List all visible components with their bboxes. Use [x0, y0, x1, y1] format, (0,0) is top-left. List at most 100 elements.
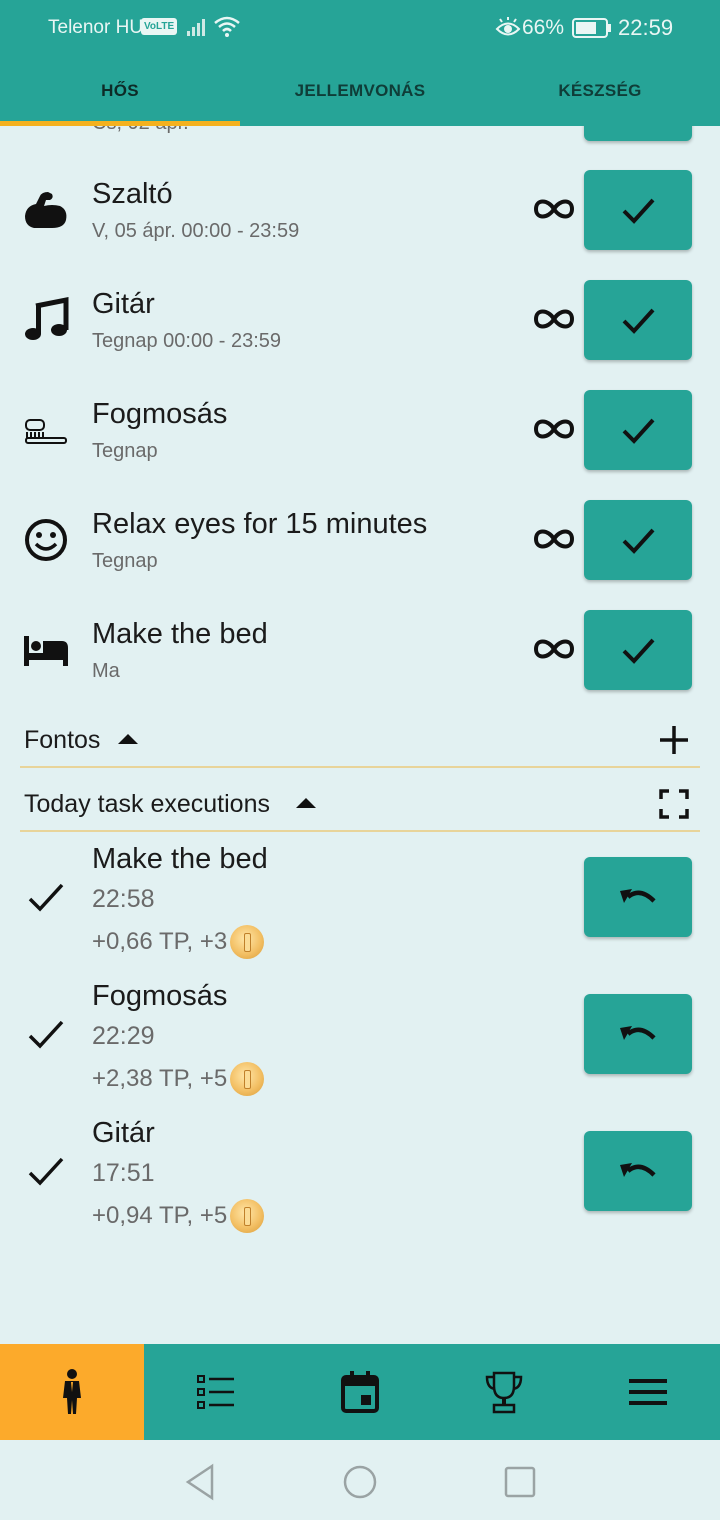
coin-icon	[230, 1199, 265, 1233]
add-icon[interactable]	[658, 724, 690, 756]
task-row[interactable]: Relax eyes for 15 minutes Tegnap	[0, 500, 720, 610]
carrier-name: Telenor HU	[48, 17, 144, 38]
task-row[interactable]: Gitár Tegnap 00:00 - 23:59	[0, 280, 720, 390]
complete-task-button[interactable]	[584, 500, 692, 580]
tab-bar: HŐS JELLEMVONÁS KÉSZSÉG	[0, 56, 720, 126]
task-subtitle: V, 05 ápr. 00:00 - 23:59	[92, 220, 300, 242]
back-icon[interactable]	[180, 1462, 220, 1502]
infinity-icon	[533, 199, 575, 219]
home-icon[interactable]	[340, 1462, 380, 1502]
task-row[interactable]: Make the bed Ma	[0, 610, 720, 720]
section-executions-label: Today task executions	[24, 790, 270, 818]
system-navigation-bar	[0, 1440, 720, 1520]
execution-reward-text: +2,38 TP, +5	[92, 1065, 228, 1092]
checkmark-icon	[622, 528, 655, 554]
task-list-icon	[197, 1375, 234, 1409]
eye-comfort-icon	[495, 17, 521, 36]
nav-hero[interactable]	[0, 1344, 144, 1440]
trophy-icon	[485, 1371, 523, 1414]
execution-reward-text: +0,66 TP, +3	[92, 928, 228, 955]
execution-row: Gitár 17:51 +0,94 TP, +5	[0, 1117, 720, 1254]
tab-hero[interactable]: HŐS	[0, 56, 240, 126]
execution-reward: +2,38 TP, +5	[92, 1062, 265, 1096]
execution-time: 22:58	[92, 885, 155, 913]
execution-row: Make the bed 22:58 +0,66 TP, +3	[0, 843, 720, 980]
done-check-icon	[28, 1020, 64, 1049]
task-title: Make the bed	[92, 618, 268, 650]
execution-time: 17:51	[92, 1159, 155, 1187]
checkmark-icon	[622, 308, 655, 334]
task-list-content[interactable]: Cs, 02 ápr. Szaltó V, 05 ápr. 00:00 - 23…	[0, 126, 720, 1344]
partial-task-subtitle: Cs, 02 ápr.	[92, 126, 189, 135]
battery-percent: 66%	[522, 16, 565, 39]
recents-icon[interactable]	[500, 1462, 540, 1502]
undo-icon	[620, 889, 656, 903]
section-important-label: Fontos	[24, 726, 101, 754]
complete-task-button[interactable]	[584, 280, 692, 360]
task-subtitle: Ma	[92, 660, 120, 682]
infinity-icon	[533, 529, 575, 549]
infinity-icon	[533, 419, 575, 439]
execution-reward-text: +0,94 TP, +5	[92, 1202, 228, 1229]
undo-icon	[620, 1026, 656, 1040]
task-row[interactable]: Szaltó V, 05 ápr. 00:00 - 23:59	[0, 170, 720, 280]
partial-complete-button[interactable]	[584, 126, 692, 141]
fullscreen-icon[interactable]	[658, 788, 690, 820]
status-clock: 22:59	[618, 15, 674, 40]
tab-traits[interactable]: JELLEMVONÁS	[240, 56, 480, 126]
wifi-icon	[214, 16, 240, 37]
bottom-navigation	[0, 1344, 720, 1440]
undo-execution-button[interactable]	[584, 857, 692, 937]
nav-achievements[interactable]	[432, 1344, 576, 1440]
undo-icon	[620, 1163, 656, 1177]
checkmark-icon	[622, 638, 655, 664]
execution-time: 22:29	[92, 1022, 155, 1050]
coin-icon	[230, 925, 265, 959]
checkmark-icon	[622, 198, 655, 224]
undo-execution-button[interactable]	[584, 1131, 692, 1211]
coin-icon	[230, 1062, 265, 1096]
execution-reward: +0,94 TP, +5	[92, 1199, 265, 1233]
tab-skills[interactable]: KÉSZSÉG	[480, 56, 720, 126]
done-check-icon	[28, 883, 64, 912]
complete-task-button[interactable]	[584, 170, 692, 250]
task-title: Gitár	[92, 288, 155, 320]
flexed-arm-icon	[22, 186, 70, 234]
complete-task-button[interactable]	[584, 610, 692, 690]
task-title: Fogmosás	[92, 398, 228, 430]
checkmark-icon	[622, 418, 655, 444]
toothbrush-icon	[22, 406, 70, 454]
signal-icon	[187, 19, 205, 36]
task-row[interactable]: Fogmosás Tegnap	[0, 390, 720, 500]
status-bar: Telenor HU VoLTE 66% 22:59	[0, 0, 720, 56]
smiley-icon	[22, 516, 70, 564]
calendar-icon	[341, 1371, 379, 1413]
infinity-icon	[533, 309, 575, 329]
volte-badge: VoLTE	[141, 18, 178, 35]
task-subtitle: Tegnap 00:00 - 23:59	[92, 330, 282, 352]
bed-icon	[22, 626, 70, 674]
nav-menu[interactable]	[576, 1344, 720, 1440]
nav-tasks[interactable]	[144, 1344, 288, 1440]
section-executions-header[interactable]: Today task executions	[20, 776, 700, 832]
task-title: Szaltó	[92, 178, 173, 210]
task-subtitle: Tegnap	[92, 550, 158, 572]
execution-title: Fogmosás	[92, 980, 228, 1012]
section-important-header[interactable]: Fontos	[20, 712, 700, 768]
task-subtitle: Tegnap	[92, 440, 158, 462]
collapse-caret-icon[interactable]	[118, 734, 138, 744]
undo-execution-button[interactable]	[584, 994, 692, 1074]
execution-row: Fogmosás 22:29 +2,38 TP, +5	[0, 980, 720, 1117]
hero-person-icon	[63, 1369, 81, 1414]
task-title: Relax eyes for 15 minutes	[92, 508, 428, 540]
infinity-icon	[533, 639, 575, 659]
collapse-caret-icon[interactable]	[296, 798, 316, 808]
nav-calendar[interactable]	[288, 1344, 432, 1440]
music-note-icon	[22, 296, 70, 344]
complete-task-button[interactable]	[584, 390, 692, 470]
execution-title: Gitár	[92, 1117, 155, 1149]
done-check-icon	[28, 1157, 64, 1186]
battery-icon	[572, 18, 611, 38]
execution-reward: +0,66 TP, +3	[92, 925, 265, 959]
execution-title: Make the bed	[92, 843, 268, 875]
